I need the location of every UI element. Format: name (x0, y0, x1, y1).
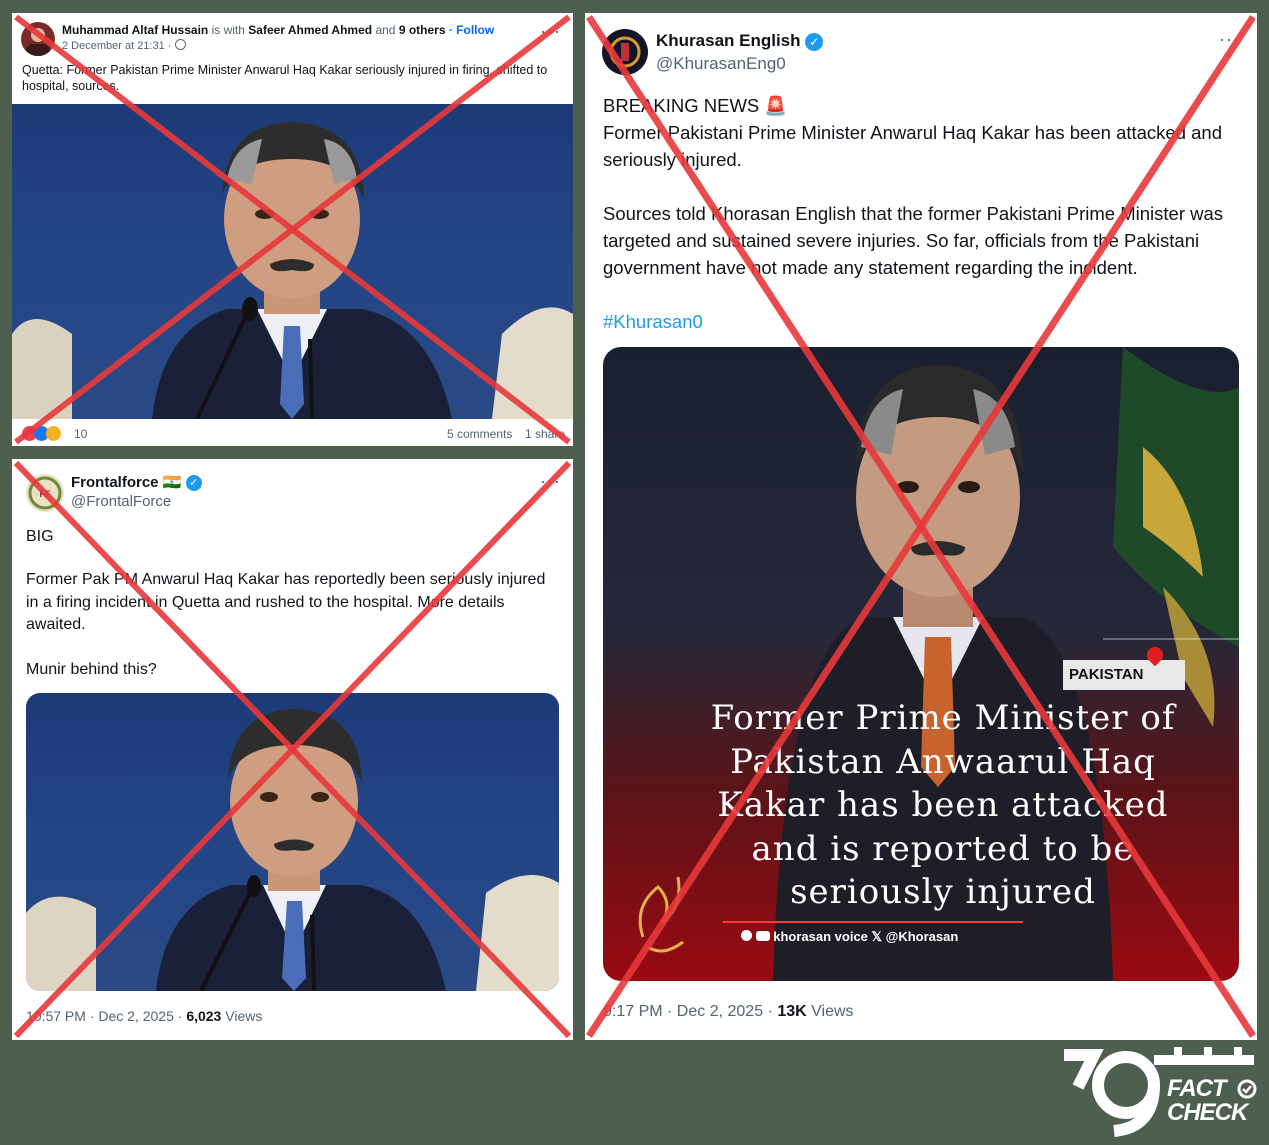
author-name[interactable]: Frontalforce (71, 474, 159, 491)
tweet-question: Munir behind this? (26, 661, 157, 678)
hashtag-link[interactable]: #Khurasan0 (603, 308, 703, 335)
comments-count[interactable]: 5 comments (447, 427, 512, 441)
views-label: Views (225, 1008, 263, 1024)
khurasan-avatar[interactable] (602, 29, 648, 75)
post-text: Quetta: Former Pakistan Prime Minister A… (22, 63, 548, 93)
more-options-icon[interactable]: ··· (540, 21, 561, 42)
with-text: is with (211, 23, 245, 37)
author-handle[interactable]: @FrontalForce (71, 493, 171, 510)
author-name[interactable]: Khurasan English (656, 31, 801, 50)
tweet-author-row: Khurasan English ✓ (656, 31, 824, 51)
post-date[interactable]: 2 December at 21:31 · (62, 40, 171, 52)
logo-check-text: CHECK (1167, 1099, 1248, 1126)
khurasan-tweet-card: Khurasan English ✓ @KhurasanEng0 ··· BRE… (585, 13, 1257, 1040)
post-header: Muhammad Altaf Hussain is with Safeer Ah… (62, 22, 542, 38)
svg-text:FF: FF (40, 489, 51, 499)
views-label: Views (811, 1003, 854, 1020)
facebook-icon (741, 930, 752, 941)
tweet-image[interactable]: PAKISTAN Former Prime Minister of Pakist… (603, 347, 1239, 981)
follow-link[interactable]: · Follow (449, 23, 494, 37)
location-tag-label: PAKISTAN (1069, 666, 1144, 683)
reaction-icons[interactable] (22, 426, 72, 442)
globe-icon (174, 39, 186, 50)
haha-reaction-icon (46, 426, 61, 441)
tweet-meta: 9:17 PM · Dec 2, 2025 · 13K Views (603, 1003, 854, 1021)
tweet-meta: 10:57 PM · Dec 2, 2025 · 6,023 Views (26, 1008, 262, 1024)
india-flag-icon: 🇮🇳 (162, 474, 182, 491)
footer-handle: @Khorasan (885, 929, 959, 944)
fact-check-logo: FACT CHECK (1064, 1047, 1259, 1137)
post-date-row: 2 December at 21:31 · (62, 39, 186, 53)
tweet-author-row: Frontalforce 🇮🇳 ✓ (71, 474, 202, 492)
reactions-count[interactable]: 10 (74, 427, 87, 441)
author-avatar[interactable] (21, 22, 55, 56)
verified-badge-icon: ✓ (805, 32, 824, 51)
post-photo[interactable] (12, 104, 573, 419)
tweet-timestamp[interactable]: 9:17 PM · Dec 2, 2025 · (603, 1003, 773, 1020)
tagged-name[interactable]: Safeer Ahmed Ahmed (248, 23, 372, 37)
image-headline: Former Prime Minister of Pakistan Anwaar… (710, 698, 1176, 912)
tweet-timestamp[interactable]: 10:57 PM · Dec 2, 2025 · (26, 1008, 182, 1024)
tweet-photo[interactable] (26, 693, 559, 991)
author-handle[interactable]: @KhurasanEng0 (656, 54, 786, 74)
views-count[interactable]: 6,023 (186, 1008, 221, 1024)
views-count[interactable]: 13K (777, 1003, 806, 1020)
shares-count[interactable]: 1 share (525, 427, 565, 441)
youtube-icon (755, 931, 770, 941)
tweet-body: Former Pak PM Anwarul Haq Kakar has repo… (26, 571, 546, 633)
tweet-paragraph-1: Former Pakistani Prime Minister Anwarul … (603, 122, 1223, 170)
breaking-news-line: BREAKING NEWS 🚨 (603, 95, 788, 116)
facebook-post-card: Muhammad Altaf Hussain is with Safeer Ah… (12, 13, 573, 446)
more-options-icon[interactable]: ··· (1219, 29, 1240, 50)
verified-badge-icon: ✓ (185, 475, 202, 492)
others-link[interactable]: 9 others (399, 23, 446, 37)
author-name[interactable]: Muhammad Altaf Hussain (62, 23, 208, 37)
location-tag: PAKISTAN (1063, 660, 1185, 690)
frontalforce-tweet-card: FF Frontalforce 🇮🇳 ✓ @FrontalForce ··· B… (12, 459, 573, 1040)
frontalforce-avatar[interactable]: FF (26, 474, 64, 512)
footer-channel-name: khorasan voice (773, 929, 868, 944)
tweet-line-big: BIG (26, 528, 54, 545)
tweet-paragraph-2: Sources told Khorasan English that the f… (603, 203, 1224, 278)
and-text: and (375, 23, 396, 37)
more-options-icon[interactable]: ··· (540, 471, 561, 492)
image-footer: khorasan voice 𝕏 @Khorasan (741, 929, 958, 945)
x-logo-icon: 𝕏 (871, 929, 883, 944)
